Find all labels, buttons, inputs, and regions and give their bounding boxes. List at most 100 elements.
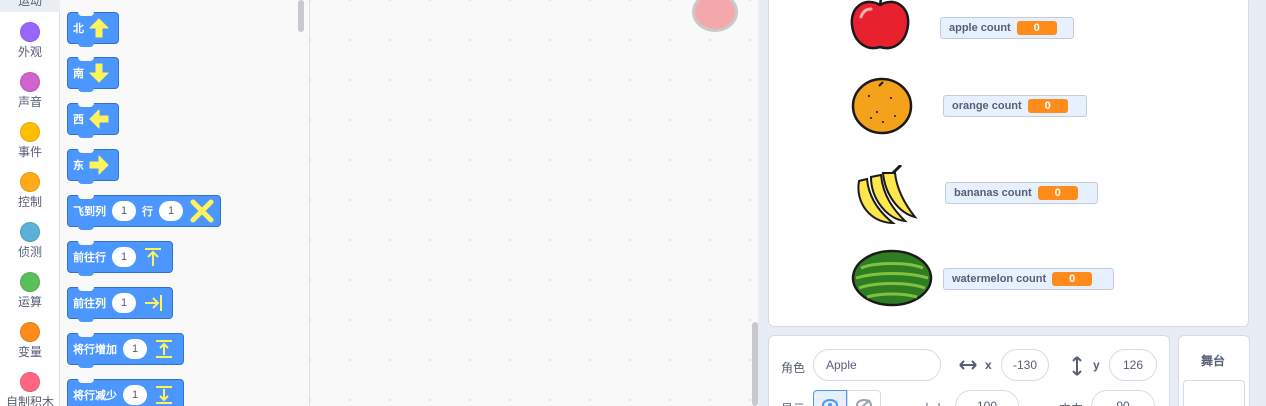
monitor-label: apple count: [949, 22, 1011, 34]
monitor-label: watermelon count: [952, 273, 1047, 285]
block-row-decrease[interactable]: 将行减少 1: [67, 379, 184, 406]
events-dot-icon: [20, 122, 40, 142]
stage-canvas[interactable]: apple count 0 orange count 0 bananas cou…: [768, 0, 1249, 327]
column-input[interactable]: 1: [112, 201, 136, 221]
operators-dot-icon: [20, 272, 40, 292]
block-fly-to[interactable]: 飞到列 1 行 1: [67, 195, 221, 230]
arrow-right-bar-icon: [145, 295, 162, 311]
block-goto-row[interactable]: 前往行 1: [67, 241, 173, 276]
monitor-apple-count[interactable]: apple count 0: [940, 17, 1074, 39]
row-change-input[interactable]: 1: [123, 385, 147, 405]
block-label: 前往列: [73, 298, 106, 310]
block-label: 东: [73, 160, 84, 172]
stage-panel-label: 舞台: [1201, 354, 1226, 368]
category-sensing[interactable]: 侦测: [0, 222, 60, 259]
cross-icon: [190, 199, 214, 223]
orange-icon: [851, 77, 913, 135]
monitor-value: 0: [1016, 21, 1057, 35]
category-motion[interactable]: 运动: [0, 0, 60, 12]
x-arrows-icon: [959, 360, 977, 370]
stage-selector-panel[interactable]: 舞台: [1178, 335, 1250, 406]
category-label: 事件: [17, 145, 42, 159]
show-sprite-button[interactable]: [813, 390, 847, 406]
block-north[interactable]: 北: [67, 12, 119, 47]
column-input[interactable]: 1: [112, 293, 136, 313]
block-label: 将行减少: [73, 390, 117, 402]
y-position-input[interactable]: 126: [1109, 349, 1157, 381]
my-blocks-dot-icon: [20, 372, 40, 392]
direction-label: 方向: [1059, 400, 1083, 406]
monitor-watermelon-count[interactable]: watermelon count 0: [943, 268, 1114, 290]
arrow-right-icon: [89, 155, 109, 175]
show-label: 显示: [781, 400, 805, 406]
apple-icon: [850, 0, 910, 50]
block-label: 行: [142, 206, 153, 218]
sprite-name-input[interactable]: Apple: [813, 349, 941, 381]
category-sidebar: 运动 外观 声音 事件 控制 侦测 运算 变量 自制积木: [0, 0, 60, 406]
scratch-editor: 运动 外观 声音 事件 控制 侦测 运算 变量 自制积木 北 南 西 东 飞到列…: [0, 0, 1266, 406]
category-label: 自制积木: [5, 395, 54, 406]
sprite-label: 角色: [781, 361, 806, 375]
category-label: 声音: [17, 95, 42, 109]
eye-slash-icon: [856, 399, 872, 406]
block-west[interactable]: 西: [67, 103, 119, 138]
arrow-up-icon: [89, 18, 109, 38]
x-position-input[interactable]: -130: [1001, 349, 1049, 381]
block-label: 飞到列: [73, 206, 106, 218]
category-label: 变量: [17, 345, 42, 359]
monitor-orange-count[interactable]: orange count 0: [943, 95, 1087, 117]
monitor-label: bananas count: [954, 187, 1032, 199]
category-looks[interactable]: 外观: [0, 22, 60, 59]
sprite-info-panel: 角色 Apple x -130 y 126 显示 大小 100 方向 90: [768, 335, 1170, 406]
arrow-up-bar-icon: [145, 248, 161, 266]
category-operators[interactable]: 运算: [0, 272, 60, 309]
category-control[interactable]: 控制: [0, 172, 60, 209]
stage-thumbnail[interactable]: [1183, 380, 1245, 406]
monitor-value: 0: [1037, 186, 1078, 200]
size-input[interactable]: 100: [955, 390, 1019, 406]
watermelon-icon: [851, 249, 933, 307]
control-dot-icon: [20, 172, 40, 192]
arrow-down-icon: [89, 63, 109, 83]
size-label: 大小: [921, 400, 945, 406]
eye-icon: [822, 399, 838, 406]
block-label: 南: [73, 68, 84, 80]
block-east[interactable]: 东: [67, 149, 119, 184]
monitor-value: 0: [1052, 272, 1093, 286]
y-label: y: [1093, 358, 1100, 372]
category-events[interactable]: 事件: [0, 122, 60, 159]
monitor-label: orange count: [952, 100, 1022, 112]
block-label: 西: [73, 114, 84, 126]
category-label: 控制: [17, 195, 42, 209]
row-input[interactable]: 1: [159, 201, 183, 221]
direction-input[interactable]: 90: [1091, 390, 1155, 406]
monitor-value: 0: [1027, 99, 1068, 113]
banana-icon: [857, 165, 918, 225]
sensing-dot-icon: [20, 222, 40, 242]
category-label: 运算: [17, 295, 42, 309]
palette-scrollbar[interactable]: [298, 0, 304, 32]
sound-dot-icon: [20, 72, 40, 92]
block-label: 北: [73, 23, 84, 35]
arrow-left-icon: [89, 109, 109, 129]
workspace-scrollbar[interactable]: [752, 322, 758, 406]
row-increase-icon: [156, 340, 172, 358]
row-decrease-icon: [156, 386, 172, 404]
block-row-increase[interactable]: 将行增加 1: [67, 333, 184, 368]
block-goto-column[interactable]: 前往列 1: [67, 287, 173, 322]
x-label: x: [985, 358, 992, 372]
code-workspace[interactable]: [310, 0, 758, 406]
variables-dot-icon: [20, 322, 40, 342]
hide-sprite-button[interactable]: [847, 390, 881, 406]
category-my-blocks[interactable]: 自制积木: [0, 372, 60, 406]
category-variables[interactable]: 变量: [0, 322, 60, 359]
row-input[interactable]: 1: [112, 247, 136, 267]
category-label: 运动: [17, 0, 42, 8]
y-arrows-icon: [1072, 356, 1082, 376]
monitor-bananas-count[interactable]: bananas count 0: [945, 182, 1098, 204]
looks-dot-icon: [20, 22, 40, 42]
row-change-input[interactable]: 1: [123, 339, 147, 359]
category-sound[interactable]: 声音: [0, 72, 60, 109]
block-south[interactable]: 南: [67, 57, 119, 92]
block-label: 前往行: [73, 252, 106, 264]
